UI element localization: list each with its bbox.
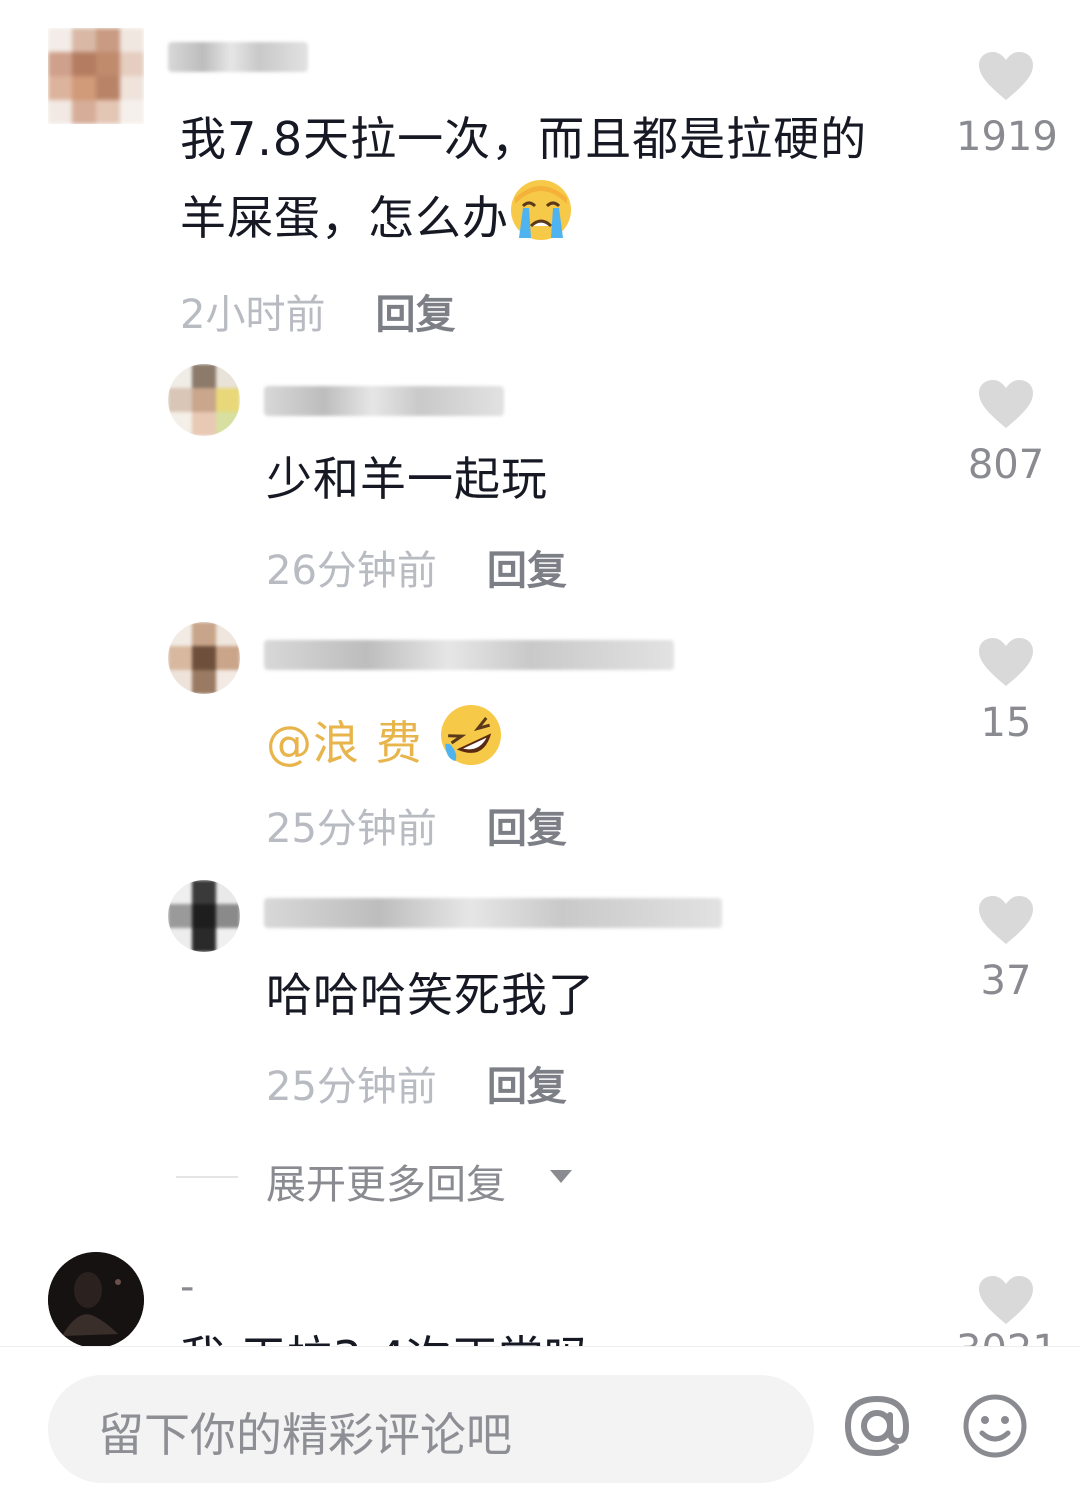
comment-text-line: 我7.8天拉一次，而且都是拉硬的 [180,112,868,166]
username[interactable]: - [180,1264,194,1310]
comment-text-partial: 我 天拉3 4次正常吗 [180,1322,590,1346]
timestamp: 25分钟前 [266,1064,437,1110]
heart-icon [979,52,1033,100]
comment-text: 我7.8天拉一次，而且都是拉硬的 羊屎蛋，怎么办 [180,100,867,265]
avatar[interactable] [168,622,240,694]
comment-text-line: 羊屎蛋，怎么办 [180,191,509,245]
like-count-partial: 3021 [956,1330,1056,1346]
like-button[interactable] [956,1274,1056,1326]
username[interactable] [264,640,674,670]
comment-input-placeholder: 留下你的精彩评论吧 [98,1408,512,1462]
at-sign-icon[interactable] [842,1391,912,1465]
reply-button[interactable]: 回复 [487,1064,567,1110]
reply-meta: 25分钟前 回复 [266,1054,567,1112]
timestamp: 25分钟前 [266,806,437,852]
avatar[interactable] [48,28,144,124]
reply-text: @浪 费 [266,702,504,791]
like-count: 807 [967,442,1045,488]
comment-item: 我7.8天拉一次，而且都是拉硬的 羊屎蛋，怎么办 2小时前 回复 1919 [0,0,1080,340]
reply-item: @浪 费 25分钟前 回复 15 [0,618,1080,858]
rolling-laughing-emoji [438,702,504,791]
avatar[interactable] [168,880,240,952]
comment-meta: 2小时前 回复 [180,282,455,340]
crying-face-emoji [509,178,573,265]
comment-input[interactable]: 留下你的精彩评论吧 [48,1375,814,1483]
reply-button[interactable]: 回复 [487,806,567,852]
reply-meta: 25分钟前 回复 [266,796,567,854]
avatar[interactable] [168,364,240,436]
reply-text: 少和羊一起玩 [266,452,548,506]
comment-text-line: 我 天拉3 4次正常吗 [180,1331,590,1346]
username[interactable] [264,386,504,416]
reply-item: 少和羊一起玩 26分钟前 回复 807 [0,360,1080,600]
mention-link[interactable]: @浪 费 [266,716,423,770]
reply-button[interactable]: 回复 [375,292,455,338]
heart-icon [979,896,1033,944]
like-button[interactable]: 37 [956,894,1056,1004]
reply-meta: 26分钟前 回复 [266,538,567,596]
smiley-icon[interactable] [960,1391,1030,1465]
like-count: 15 [980,700,1032,746]
avatar[interactable] [48,1252,144,1348]
heart-icon [979,380,1033,428]
reply-item: 哈哈哈笑死我了 25分钟前 回复 37 [0,876,1080,1116]
expand-replies-label: 展开更多回复 [266,1162,506,1208]
like-button[interactable]: 1919 [956,50,1058,160]
like-count: 1919 [956,114,1058,160]
heart-icon [979,638,1033,686]
timestamp: 26分钟前 [266,548,437,594]
like-button[interactable]: 15 [956,636,1056,746]
heart-icon [979,1276,1033,1324]
username[interactable] [168,42,308,72]
divider [176,1176,238,1178]
caret-down-icon [550,1170,572,1183]
reply-text: 哈哈哈笑死我了 [266,968,595,1022]
timestamp: 2小时前 [180,292,326,338]
like-button[interactable]: 807 [956,378,1056,488]
username[interactable] [264,898,722,928]
comment-input-bar: 留下你的精彩评论吧 [0,1346,1080,1505]
like-count: 37 [980,958,1032,1004]
reply-button[interactable]: 回复 [487,548,567,594]
